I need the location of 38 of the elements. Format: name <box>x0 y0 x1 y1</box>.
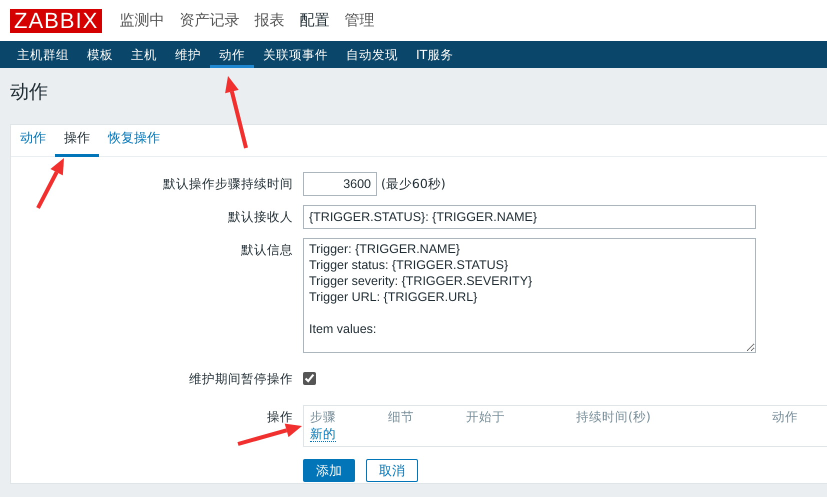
sub-menu-item[interactable]: 主机群组 <box>8 41 78 68</box>
tab[interactable]: 操作 <box>55 125 99 157</box>
column-header: 动作 <box>772 409 799 426</box>
field-label: 默认操作步骤持续时间 <box>162 175 294 193</box>
recipient-field[interactable]: {TRIGGER.STATUS}: {TRIGGER.NAME} <box>303 205 756 229</box>
pause-checkbox[interactable] <box>303 372 316 385</box>
sub-menu-item[interactable]: 关联项事件 <box>254 41 337 68</box>
logo: ZABBIX <box>10 8 102 32</box>
annotation-arrow <box>237 424 302 446</box>
top-menu-item[interactable]: 监测中 <box>119 9 164 32</box>
annotation-arrow <box>36 158 64 209</box>
field-label: 维护期间暂停操作 <box>188 370 294 388</box>
field-label: 默认接收人 <box>227 208 294 226</box>
duration-field[interactable]: 3600 <box>303 172 377 196</box>
top-menu-item[interactable]: 资产记录 <box>179 9 240 32</box>
top-menu-item[interactable]: 报表 <box>254 9 284 32</box>
sub-menu-item[interactable]: 模板 <box>78 41 122 68</box>
sub-menu-item[interactable]: 主机 <box>122 41 166 68</box>
column-header: 步骤 <box>310 409 337 426</box>
add-button[interactable]: 添加 <box>303 459 355 482</box>
field-label: 默认信息 <box>240 241 294 259</box>
tab[interactable]: 动作 <box>11 125 55 157</box>
tab[interactable]: 恢复操作 <box>99 125 169 157</box>
message-field[interactable]: Trigger: {TRIGGER.NAME} Trigger status: {TRIGGER.STATUS} Trigger severity: {TRIGGER.SEVERITY} Trigger URL: {TRIGGER.URL} Item values: <box>303 238 756 353</box>
page-title: 动作 <box>10 81 48 103</box>
new-link[interactable]: 新的 <box>310 426 336 442</box>
sub-menu-item[interactable]: 自动发现 <box>337 41 407 68</box>
column-header: 持续时间(秒) <box>576 409 652 426</box>
cancel-button[interactable]: 取消 <box>366 459 418 482</box>
field-hint: (最少60秒) <box>381 175 446 193</box>
column-header: 开始于 <box>466 409 506 426</box>
top-menu-item[interactable]: 配置 <box>299 9 330 32</box>
sub-menu-item[interactable]: IT服务 <box>407 41 462 68</box>
sub-menu-item[interactable]: 动作 <box>210 41 254 68</box>
top-menu-item[interactable]: 管理 <box>344 9 374 32</box>
column-header: 细节 <box>388 409 415 426</box>
sub-menu-item[interactable]: 维护 <box>166 41 210 68</box>
field-label: 操作 <box>266 408 294 426</box>
